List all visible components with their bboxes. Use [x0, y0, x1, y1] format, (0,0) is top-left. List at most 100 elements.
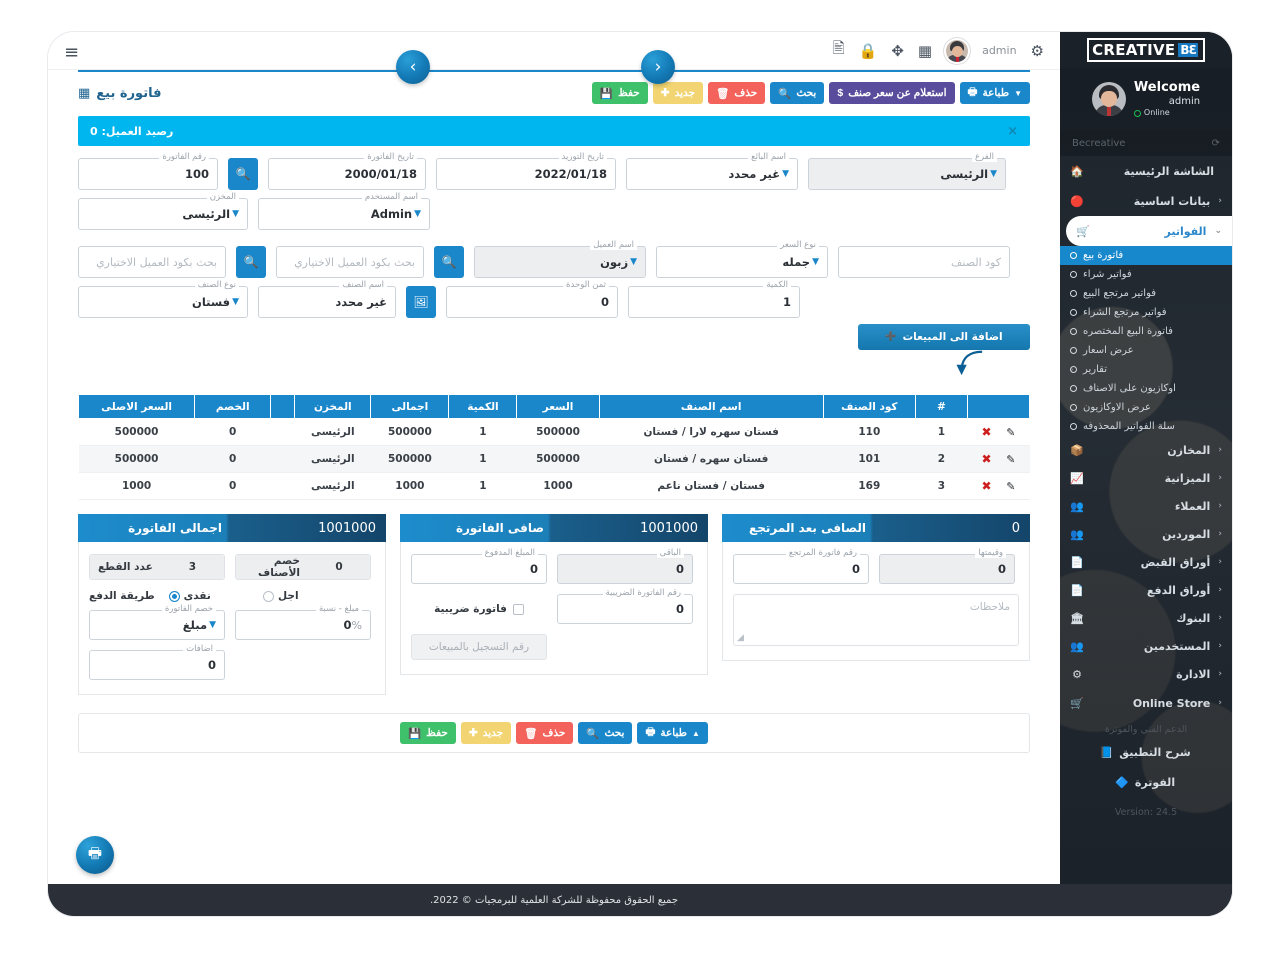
sidebar-item-banks[interactable]: ‹ البنوك 🏛	[1060, 604, 1232, 632]
additions-input[interactable]: اضافات 0	[89, 644, 225, 680]
price-inquiry-button[interactable]: استعلام عن سعر صنف $	[829, 82, 955, 104]
sidebar-subitem-item-promotions[interactable]: اوكازيون على الاصناف	[1060, 379, 1232, 398]
item-type-select[interactable]: نوع الصنف ▼ فستان	[78, 280, 248, 318]
new-button-bottom[interactable]: جديد ✚	[460, 722, 512, 744]
pieces-count-field[interactable]: 3 عدد القطع	[89, 554, 225, 580]
amount-percent-input[interactable]: مبلغ - نسبة % 0	[235, 604, 371, 640]
store-select[interactable]: المخزن ▼ الرئيسى	[78, 192, 248, 230]
delete-icon[interactable]: ✖	[982, 425, 992, 439]
sidebar-subitem-quotations[interactable]: عرض اسعار	[1060, 341, 1232, 360]
table-row[interactable]: ✎ ✖ 2 101 فستان سهره / فستان 500000 1 50…	[78, 445, 1030, 473]
client-code-search-button-2[interactable]: 🔍	[434, 246, 464, 278]
edit-icon[interactable]: ✎	[1006, 426, 1015, 439]
return-amount-input[interactable]: وقيمتها 0	[879, 548, 1015, 584]
tax-invoice-no-input[interactable]: رقم الفاتورة الضريبية 0	[557, 588, 693, 624]
return-invoice-no-input[interactable]: رقم فاتورة المرتجع 0	[733, 548, 869, 584]
delete-button[interactable]: حذف 🗑	[708, 82, 766, 104]
edit-icon[interactable]: ✎	[1006, 480, 1015, 493]
invoice-discount-select[interactable]: خصم الفاتورة ▼ مبلغ	[89, 604, 225, 640]
sidebar-item-suppliers[interactable]: ‹ الموردين 👥	[1060, 520, 1232, 548]
delete-icon[interactable]: ✖	[982, 452, 992, 466]
sidebar-item-app-guide[interactable]: شرح التطبيق 📘	[1060, 737, 1232, 767]
save-button[interactable]: حفظ 💾	[591, 82, 648, 104]
client-code-search-input[interactable]: بحث بكود العميل الاختياري	[78, 246, 226, 278]
sidebar-item-customers[interactable]: ‹ العملاء 👥	[1060, 492, 1232, 520]
items-discount-field[interactable]: 0 خصم الأصناف	[235, 554, 371, 580]
price-type-select[interactable]: نوع السعر ▼ جمله	[656, 240, 828, 278]
sidebar-subitem-view-promotions[interactable]: عرض الاوكازيون	[1060, 398, 1232, 417]
gear-icon[interactable]: ⚙	[1031, 42, 1044, 60]
item-image-button[interactable]: 🖼	[406, 286, 436, 318]
id-card-icon[interactable]: 🖹	[833, 38, 845, 63]
sidebar-item-home[interactable]: الشاشة الرئيسية 🏠	[1060, 156, 1232, 186]
sidebar-item-budget[interactable]: ‹ الميزانية 📈	[1060, 464, 1232, 492]
sidebar-item-users[interactable]: ‹ المستخدمين 👥	[1060, 632, 1232, 660]
avatar[interactable]	[1091, 82, 1126, 116]
print-button[interactable]: ▼ طباعة 🖶	[959, 82, 1030, 104]
save-button-bottom[interactable]: حفظ 💾	[400, 722, 456, 744]
sidebar-item-payments[interactable]: ‹ أوراق الدفع 📄	[1060, 576, 1232, 604]
radio-icon[interactable]	[263, 590, 275, 602]
nav-next-button[interactable]: ›	[396, 50, 430, 84]
item-name-select[interactable]: اسم الصنف غير محدد	[258, 280, 396, 318]
supply-date-input[interactable]: تاريخ التوريد 2022/01/18	[436, 152, 616, 190]
radio-icon-selected[interactable]	[168, 590, 180, 602]
th-index: #	[914, 394, 968, 419]
avatar[interactable]	[946, 39, 969, 62]
sidebar-subitem-sales-return[interactable]: فواتير مرتجع البيع	[1060, 284, 1232, 303]
sidebar-item-receipts[interactable]: ‹ أوراق القبض 📄	[1060, 548, 1232, 576]
new-button[interactable]: جديد ✚	[652, 82, 704, 104]
sidebar-subitem-short-sales-invoice[interactable]: فاتورة البيع المختصره	[1060, 322, 1232, 341]
item-code-input[interactable]: كود الصنف	[838, 246, 1010, 278]
client-code-search-input-2[interactable]: بحث بكود العميل الاختياري	[276, 246, 424, 278]
close-icon[interactable]: ×	[1007, 124, 1018, 139]
invoice-no-input[interactable]: رقم الفاتورة 100	[78, 152, 218, 190]
sidebar-item-billing[interactable]: الفوترة 🔷	[1060, 767, 1232, 797]
tax-invoice-checkbox[interactable]	[512, 603, 524, 615]
invoice-search-button[interactable]: 🔍	[228, 158, 258, 190]
refresh-icon[interactable]: ⟳	[1212, 138, 1220, 149]
quantity-input[interactable]: الكمية 1	[628, 280, 800, 318]
sidebar-subitem-purchase-invoices[interactable]: فواتير شراء	[1060, 265, 1232, 284]
search-button-bottom[interactable]: بحث 🔍	[578, 722, 633, 744]
sidebar-subitem-sales-invoice[interactable]: فاتورة بيع	[1060, 246, 1232, 265]
delete-button-bottom[interactable]: حذف 🗑	[516, 722, 574, 744]
resize-grip-icon[interactable]: ◢	[737, 633, 744, 643]
sales-registration-no-button[interactable]: رقم التسجيل بالمبيعات	[411, 634, 547, 660]
delete-icon[interactable]: ✖	[982, 479, 992, 493]
search-button[interactable]: بحث 🔍	[770, 82, 825, 104]
print-fab-button[interactable]: 🖶	[76, 836, 114, 874]
print-button-bottom[interactable]: ▲ طباعة 🖶	[637, 722, 708, 744]
sidebar-item-invoices[interactable]: ⌄ الفواتير 🛒	[1066, 216, 1232, 246]
sidebar-item-online-store[interactable]: ‹ Online Store 🛒	[1060, 688, 1232, 718]
table-row[interactable]: ✎ ✖ 1 110 فستان سهره لارا / فستان 500000…	[78, 418, 1030, 446]
payment-cash-option[interactable]: نقدى	[168, 590, 211, 602]
sidebar-item-warehouses[interactable]: ‹ المخازن 📦	[1060, 436, 1232, 464]
seller-name-select[interactable]: اسم البائع ▼ غير محدد	[626, 152, 798, 190]
fullscreen-icon[interactable]: ✥	[891, 42, 904, 60]
client-name-select[interactable]: اسم العميل ▼ زبون	[474, 240, 646, 278]
grid-apps-icon[interactable]: ▦	[918, 42, 932, 60]
bullet-icon	[1070, 328, 1077, 335]
sidebar-subitem-purchase-return[interactable]: فواتير مرتجع الشراء	[1060, 303, 1232, 322]
branch-select[interactable]: الفرع ▼ الرئيسى	[808, 152, 1006, 190]
edit-icon[interactable]: ✎	[1006, 453, 1015, 466]
brand-logo[interactable]: BƐ CREATIVE	[1060, 32, 1232, 68]
lock-icon[interactable]: 🔒	[859, 42, 878, 60]
sidebar-subitem-deleted-invoices[interactable]: سلة الفواتير المحذوفه	[1060, 417, 1232, 436]
payment-credit-option[interactable]: اجل	[225, 590, 337, 602]
hamburger-menu-icon[interactable]: ≡	[64, 42, 79, 63]
sidebar-item-basic-data[interactable]: ‹ بيانات اساسية 🔴	[1060, 186, 1232, 216]
remaining-amount-input[interactable]: الباقى 0	[557, 548, 693, 584]
sidebar-subitem-reports[interactable]: ‹ تقارير	[1060, 360, 1232, 379]
unit-price-input[interactable]: ثمن الوحدة 0	[446, 280, 618, 318]
invoice-date-input[interactable]: تاريخ الفاتورة 2000/01/18	[268, 152, 426, 190]
notes-textarea[interactable]: ملاحظات ◢	[733, 594, 1019, 646]
paid-amount-input[interactable]: المبلغ المدفوع 0	[411, 548, 547, 584]
add-to-sales-button[interactable]: اضافة الى المبيعات ➕	[858, 324, 1030, 350]
user-name-select[interactable]: اسم المستخدم ▼ Admin	[258, 192, 430, 230]
table-row[interactable]: ✎ ✖ 3 169 فستان / فستان ناعم 1000 1 1000…	[78, 472, 1030, 500]
sidebar-item-administration[interactable]: ‹ الادارة ⚙	[1060, 660, 1232, 688]
client-code-search-button[interactable]: 🔍	[236, 246, 266, 278]
nav-prev-button[interactable]: ‹	[641, 50, 675, 84]
